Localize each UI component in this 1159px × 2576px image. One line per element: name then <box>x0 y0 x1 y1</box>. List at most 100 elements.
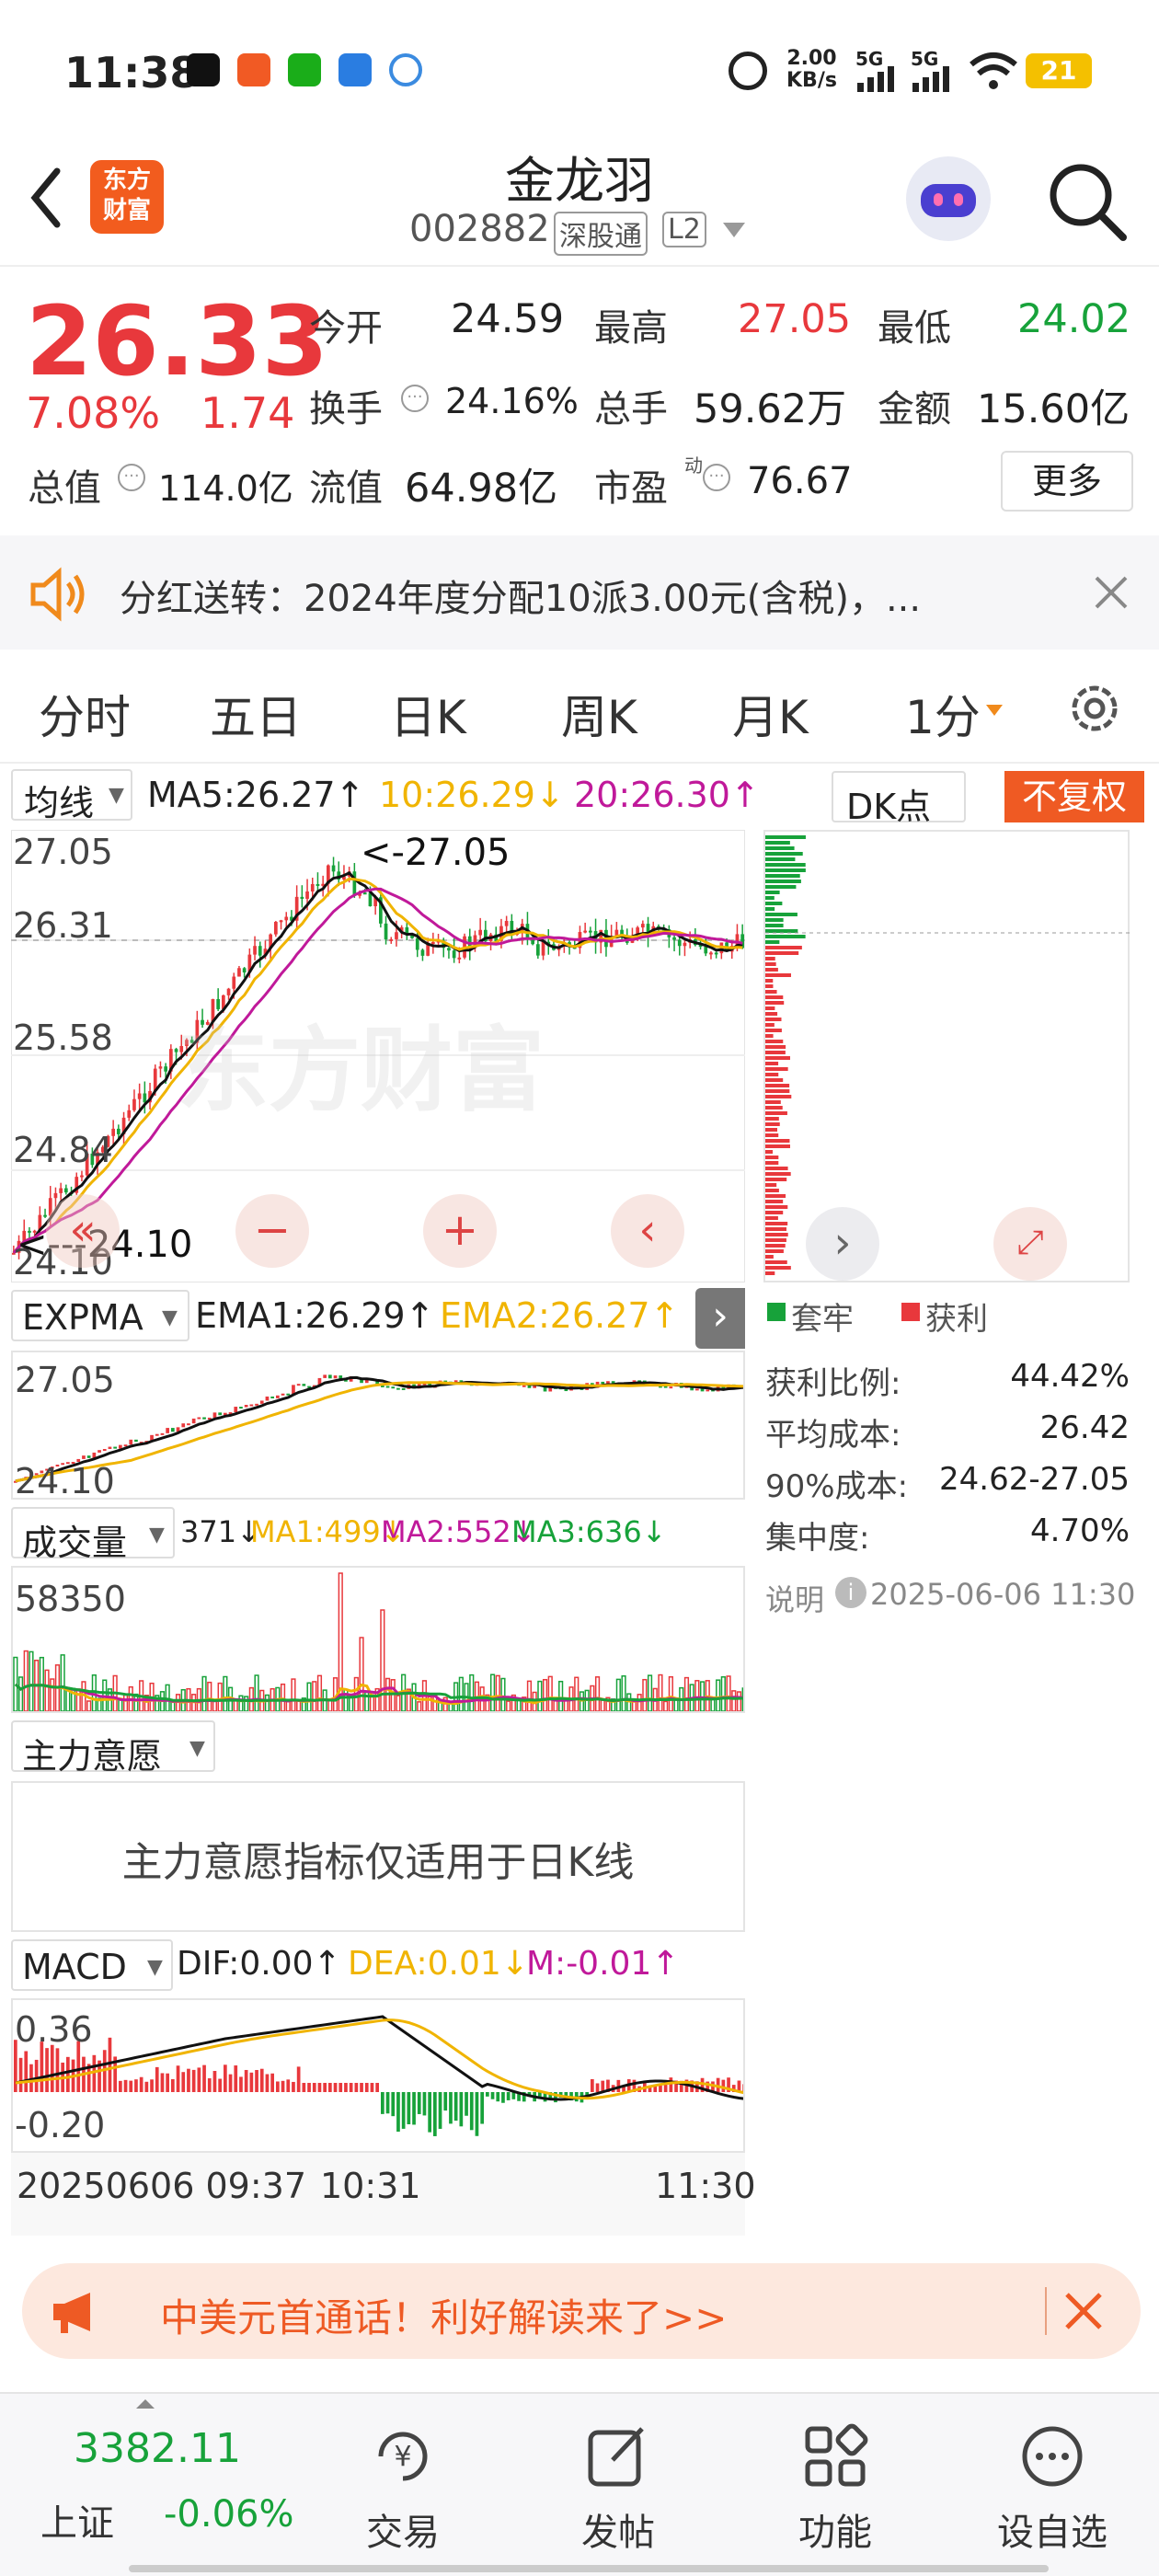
high-value: 27.05 <box>738 296 852 342</box>
chip-bar <box>765 1133 779 1137</box>
info-icon-3[interactable]: ··· <box>703 464 730 491</box>
signal-icon <box>857 66 894 92</box>
candle-body <box>242 968 247 972</box>
candle-body <box>132 1098 136 1110</box>
volume-bar <box>558 1680 564 1711</box>
expma-candle <box>86 1455 91 1458</box>
chip-bar <box>765 1001 785 1005</box>
nav-post[interactable]: 发帖 <box>526 2394 710 2576</box>
zoom-out-button[interactable]: − <box>235 1194 309 1268</box>
app-icon-3 <box>389 53 422 86</box>
chip-bar <box>765 1006 775 1010</box>
indicator-select-volume[interactable]: 成交量 ▼ <box>11 1507 175 1563</box>
indicator-select-macd[interactable]: MACD ▼ <box>11 1939 173 1991</box>
chip-distribution[interactable]: › ⤢ <box>763 830 1130 1282</box>
candle-body <box>677 939 682 947</box>
chip-bar <box>765 973 791 977</box>
y-tick-3: 25.58 <box>13 1018 113 1058</box>
chip-bar <box>765 846 795 850</box>
news-banner[interactable]: 中美元首通话！利好解读来了>> <box>22 2263 1141 2359</box>
volume-bar <box>631 1701 637 1711</box>
chip-bar <box>765 1271 775 1275</box>
nav-add-watchlist[interactable]: 设自选 <box>960 2394 1144 2576</box>
volume-chart[interactable]: 58350 <box>11 1566 745 1713</box>
search-icon[interactable] <box>1044 158 1129 243</box>
chip-bar <box>765 874 800 878</box>
prev-button[interactable]: ‹ <box>611 1194 684 1268</box>
watermark: 东方财富 <box>177 1017 545 1124</box>
more-button[interactable]: 更多 <box>1001 451 1133 512</box>
settings-icon[interactable] <box>1065 679 1124 738</box>
chip-bar <box>765 1023 775 1027</box>
macd-y-tick-2: -0.20 <box>15 2105 106 2145</box>
chip-key: 平均成本: <box>765 1417 901 1454</box>
info-icon[interactable]: ··· <box>401 385 429 412</box>
close-icon[interactable] <box>1063 2291 1104 2331</box>
chip-bar <box>765 935 806 938</box>
chip-bar <box>765 1106 783 1110</box>
indicator-select-ma[interactable]: 均线 ▼ <box>11 769 132 823</box>
info-icon-2[interactable]: ··· <box>118 464 145 491</box>
macd-dif: DIF:0.00↑ <box>177 1945 341 1983</box>
expma-candle <box>302 1384 306 1386</box>
volume-bar <box>217 1682 223 1711</box>
close-icon[interactable] <box>1093 574 1130 611</box>
expma-candle <box>281 1393 285 1396</box>
expma-candle <box>108 1446 112 1449</box>
expand-icon[interactable]: ⤢ <box>993 1207 1067 1281</box>
chip-bar <box>765 1150 774 1154</box>
expma-candle <box>323 1374 327 1378</box>
macd-chart[interactable]: 0.36 -0.20 <box>11 1998 745 2153</box>
expma-candle <box>385 1386 390 1388</box>
nav-function[interactable]: 功能 <box>743 2394 927 2576</box>
index-name[interactable]: 上证 <box>40 2493 114 2547</box>
caret-down-icon[interactable] <box>986 705 1003 716</box>
chip-note-label[interactable]: 说明 <box>765 1577 824 1619</box>
chip-bar <box>765 1244 786 1248</box>
volume-bar <box>264 1694 270 1711</box>
l2-tag: L2 <box>662 212 706 247</box>
chip-bar <box>765 1161 779 1165</box>
tab-monthly-k[interactable]: 月K <box>732 681 809 747</box>
volume-bar <box>296 1700 302 1711</box>
dividend-notice[interactable]: 分红送转：2024年度分配10派3.00元(含税)，... <box>0 535 1159 650</box>
tab-weekly-k[interactable]: 周K <box>561 681 637 747</box>
expma-chart[interactable]: 27.05 24.10 <box>11 1351 745 1501</box>
expma-candle <box>391 1386 396 1389</box>
tab-intraday[interactable]: 分时 <box>39 681 131 747</box>
expand-right-icon[interactable]: › <box>695 1288 745 1349</box>
tab-1min[interactable]: 1分 <box>905 681 981 747</box>
index-pct[interactable]: -0.06% <box>164 2493 294 2536</box>
candle-body <box>164 1066 167 1072</box>
indicator-select-mainforce[interactable]: 主力意愿 ▼ <box>11 1720 215 1777</box>
tab-daily-k[interactable]: 日K <box>390 681 466 747</box>
nav-trade[interactable]: ¥ 交易 <box>311 2394 495 2576</box>
expma-candle <box>396 1387 400 1390</box>
volume-label: 总手 <box>594 388 668 431</box>
tab-five-day[interactable]: 五日 <box>210 681 302 747</box>
expma-candle <box>123 1444 128 1447</box>
candle-body <box>158 1066 163 1069</box>
caret-up-icon[interactable] <box>136 2399 155 2409</box>
indicator-select-expma[interactable]: EXPMA ▼ <box>11 1290 189 1341</box>
chip-bar <box>765 924 784 927</box>
zoom-in-button[interactable]: + <box>423 1194 497 1268</box>
next-button[interactable]: › <box>806 1207 879 1281</box>
stock-header: 东方 财富 金龙羽 002882 深股通 L2 <box>0 138 1159 267</box>
chevron-down-icon[interactable] <box>723 223 745 237</box>
candle-body <box>672 937 676 940</box>
expma-candle <box>255 1403 258 1406</box>
rewind-button[interactable]: « <box>46 1194 120 1268</box>
candle-body <box>368 892 373 907</box>
info-icon-4[interactable]: i <box>835 1577 866 1608</box>
ema-line <box>15 1381 743 1483</box>
macd-dea: DEA:0.01↓ <box>348 1945 529 1983</box>
volume-bar <box>683 1676 690 1711</box>
unadjusted-button[interactable]: 不复权 <box>1004 771 1144 822</box>
dk-points-select[interactable]: DK点 <box>832 771 966 827</box>
robot-assistant-icon[interactable] <box>906 156 991 241</box>
kline-chart[interactable]: 东方财富 27.05 26.31 25.58 24.84 24.10 <-27.… <box>11 830 745 1282</box>
index-value[interactable]: 3382.11 <box>74 2425 241 2472</box>
vol-ma3: MA3:636↓ <box>511 1514 667 1549</box>
candle-body <box>683 942 687 947</box>
